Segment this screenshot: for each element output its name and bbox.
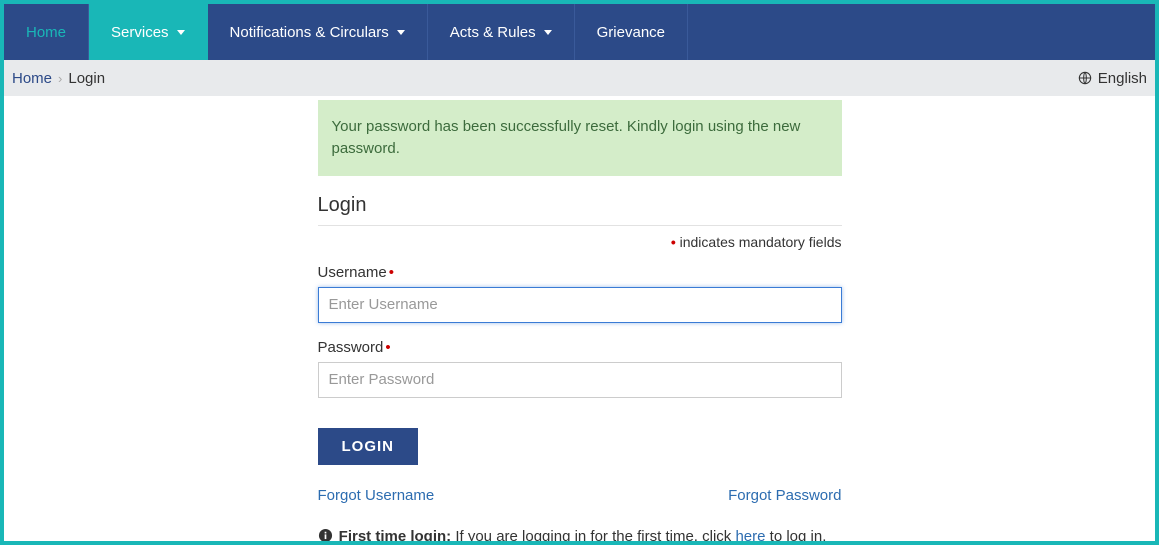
main-nav: Home Services Notifications & Circulars …	[4, 4, 1155, 60]
username-input[interactable]	[318, 287, 842, 323]
breadcrumb-home[interactable]: Home	[12, 70, 52, 87]
info-icon	[318, 528, 333, 542]
nav-services-label: Services	[111, 24, 169, 41]
nav-grievance-label: Grievance	[597, 24, 665, 41]
first-time-text-before: If you are logging in for the first time…	[451, 528, 735, 542]
page-title: Login	[318, 194, 842, 226]
required-star-icon: •	[389, 264, 394, 281]
first-time-note: First time login: If you are logging in …	[318, 526, 842, 542]
nav-services[interactable]: Services	[89, 4, 208, 60]
globe-icon	[1078, 71, 1092, 85]
login-button[interactable]: LOGIN	[318, 428, 419, 465]
chevron-down-icon	[544, 30, 552, 35]
first-time-label: First time login:	[339, 528, 452, 542]
mandatory-note-text: indicates mandatory fields	[680, 234, 842, 250]
main-content: Your password has been successfully rese…	[4, 96, 1155, 541]
breadcrumb: Home › Login	[12, 70, 105, 87]
breadcrumb-current: Login	[68, 70, 105, 87]
forgot-password-link[interactable]: Forgot Password	[728, 487, 841, 504]
first-time-text-after: to log in.	[766, 528, 827, 542]
success-alert: Your password has been successfully rese…	[318, 100, 842, 176]
username-label-text: Username	[318, 264, 387, 281]
password-input[interactable]	[318, 362, 842, 398]
required-star-icon: •	[385, 339, 390, 356]
first-time-here-link[interactable]: here	[735, 528, 765, 542]
required-indicator-icon: •	[671, 234, 676, 250]
nav-acts[interactable]: Acts & Rules	[428, 4, 575, 60]
nav-grievance[interactable]: Grievance	[575, 4, 688, 60]
subbar: Home › Login English	[4, 60, 1155, 96]
forgot-username-link[interactable]: Forgot Username	[318, 487, 435, 504]
language-selector[interactable]: English	[1078, 70, 1147, 87]
chevron-down-icon	[177, 30, 185, 35]
language-label: English	[1098, 70, 1147, 87]
nav-notifications[interactable]: Notifications & Circulars	[208, 4, 428, 60]
nav-home-label: Home	[26, 24, 66, 41]
username-label: Username•	[318, 264, 394, 281]
password-label-text: Password	[318, 339, 384, 356]
forgot-links-row: Forgot Username Forgot Password	[318, 487, 842, 504]
password-group: Password•	[318, 339, 842, 398]
chevron-down-icon	[397, 30, 405, 35]
nav-home[interactable]: Home	[4, 4, 89, 60]
breadcrumb-separator: ›	[58, 71, 62, 86]
nav-notifications-label: Notifications & Circulars	[230, 24, 389, 41]
username-group: Username•	[318, 264, 842, 323]
password-label: Password•	[318, 339, 391, 356]
mandatory-note: • indicates mandatory fields	[318, 234, 842, 250]
nav-acts-label: Acts & Rules	[450, 24, 536, 41]
